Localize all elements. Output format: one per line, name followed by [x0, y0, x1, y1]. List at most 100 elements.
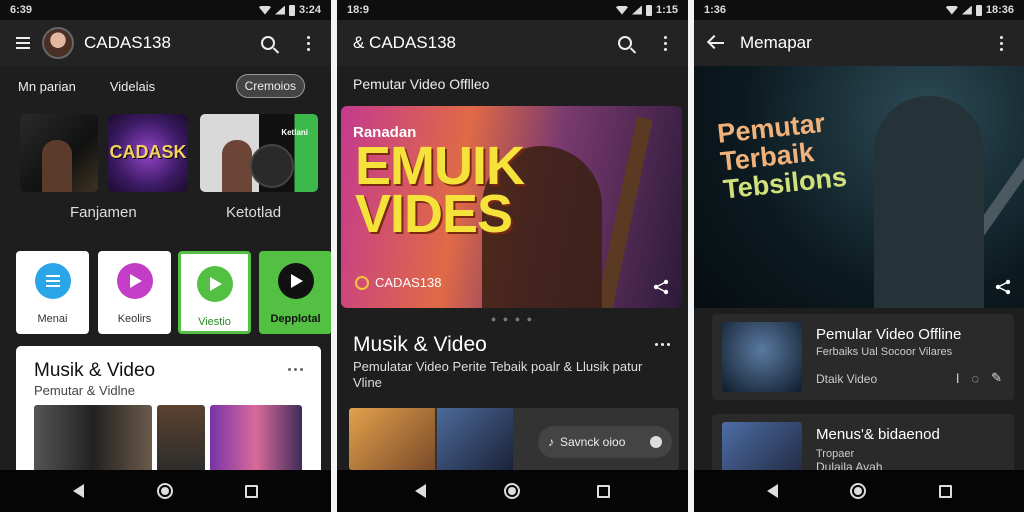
tile-menu[interactable]: Menai	[16, 251, 89, 334]
share-icon[interactable]	[994, 278, 1012, 296]
more-options-icon[interactable]	[295, 30, 321, 56]
hero-big-line-2: VIDES	[355, 184, 513, 244]
search-icon[interactable]	[612, 30, 638, 56]
tile-download[interactable]: Depplotal	[259, 251, 331, 334]
back-icon[interactable]	[766, 484, 778, 498]
signal-icon	[631, 5, 642, 15]
status-time: 1:36	[704, 4, 727, 16]
recents-icon[interactable]	[245, 484, 259, 498]
list-item[interactable]: Pemular Video Offline Ferbaiks Ual Socoo…	[712, 314, 1014, 400]
performer-silhouette	[874, 96, 984, 308]
status-bar: 6:39 3:24	[0, 0, 331, 20]
app-title: CADAS138	[84, 33, 171, 52]
app-title: Memapar	[740, 33, 812, 52]
status-time: 18:9	[347, 4, 370, 16]
edit-icon[interactable]: ✎	[991, 370, 1002, 386]
home-icon[interactable]	[850, 483, 866, 499]
system-nav-bar	[694, 470, 1024, 512]
tile-label: Keolirs	[117, 313, 152, 325]
status-clock: 3:24	[298, 4, 321, 16]
carousel-dots[interactable]: ● ● ● ●	[337, 314, 688, 324]
thumbnail-label-1: Fanjamen	[70, 204, 137, 221]
list-item-meta: Dtaik Video	[816, 372, 878, 386]
more-options-icon[interactable]	[988, 30, 1014, 56]
list-item-subtitle: Tropaer	[816, 448, 855, 460]
now-playing-pill[interactable]: ♪ Savnck oioo	[538, 426, 672, 458]
more-options-icon[interactable]	[652, 30, 678, 56]
video-thumbnail[interactable]	[34, 405, 152, 472]
search-icon[interactable]	[255, 30, 281, 56]
featured-thumbnails: CADASK Ketlani	[20, 114, 318, 194]
thumbnail-labels: Fanjamen Ketotlad	[0, 204, 331, 222]
list-item-thumbnail	[722, 322, 802, 392]
thumbnail-guitarist[interactable]	[20, 114, 98, 192]
list-icon	[34, 263, 71, 299]
action-tiles: Menai Keolirs Viestio Depplotal	[16, 251, 331, 335]
list-item-subtitle: Ferbaiks Ual Socoor Vilares	[816, 346, 953, 358]
home-icon[interactable]	[156, 483, 173, 499]
back-icon[interactable]	[72, 484, 84, 498]
thumbnail-label-2: Ketotlad	[226, 204, 282, 221]
thumbnail-singer[interactable]: Ketlani	[200, 114, 318, 192]
phone-screen-3: 1:36 18:36 Memapar Pemutar Terbaik Tebsi…	[694, 0, 1024, 512]
app-bar: CADAS138	[0, 20, 331, 66]
app-bar: & CADAS138	[337, 20, 688, 66]
video-thumbnail[interactable]	[349, 408, 435, 470]
disc-icon	[250, 144, 294, 188]
chip-2[interactable]: Videlais	[102, 75, 163, 98]
tile-video-selected[interactable]: Viestio	[178, 251, 251, 334]
tile-label: Menai	[37, 313, 68, 325]
logo-ring-icon	[355, 275, 369, 290]
back-icon[interactable]	[414, 484, 426, 498]
tile-label: Viestio	[198, 316, 231, 328]
menu-icon[interactable]	[10, 30, 36, 56]
status-bar: 18:9 1:15	[337, 0, 688, 20]
music-note-icon: ♪	[548, 435, 554, 449]
play-icon	[196, 266, 233, 302]
list-item-title: Pemular Video Offline	[816, 326, 962, 343]
recents-icon[interactable]	[938, 484, 952, 498]
app-title: & CADAS138	[353, 33, 456, 52]
music-video-card[interactable]: Musik & Video Pemutar & Vidlne	[16, 346, 321, 472]
section-description: Pemulatar Video Perite Tebaik poalr & Ll…	[353, 359, 643, 390]
section-more-icon[interactable]	[655, 343, 670, 346]
signal-icon	[274, 5, 285, 15]
home-icon[interactable]	[503, 483, 520, 499]
chip-3-active[interactable]: Cremoios	[235, 74, 305, 98]
status-time: 6:39	[10, 4, 33, 16]
wifi-icon	[258, 5, 271, 15]
info-icon[interactable]: ǀ	[956, 371, 959, 386]
hero-badge-text: CADAS138	[375, 275, 442, 290]
card-subtitle: Pemutar & Vidlne	[34, 383, 135, 398]
card-title: Musik & Video	[34, 360, 156, 381]
app-bar: Memapar	[694, 20, 1024, 66]
wifi-icon	[945, 5, 958, 15]
signal-icon	[961, 5, 972, 15]
phone-screen-1: 6:39 3:24 CADAS138 Mn parian Videlais Cr…	[0, 0, 331, 512]
tile-keolirs[interactable]: Keolirs	[98, 251, 171, 334]
system-nav-bar	[0, 470, 331, 512]
screenshot-collage: 6:39 3:24 CADAS138 Mn parian Videlais Cr…	[0, 0, 1024, 512]
card-more-icon[interactable]	[288, 368, 303, 371]
status-clock: 1:15	[655, 4, 678, 16]
phone-screen-2: 18:9 1:15 & CADAS138 Pemutar Video Offll…	[337, 0, 688, 512]
wifi-icon	[615, 5, 628, 15]
thumbnail-text: CADASK	[109, 142, 187, 162]
avatar[interactable]	[42, 27, 74, 59]
section-title: Musik & Video	[353, 333, 487, 356]
video-thumbnail[interactable]	[157, 405, 205, 472]
video-thumbnail[interactable]	[210, 405, 302, 472]
chip-1[interactable]: Mn parian	[10, 75, 84, 98]
play-icon	[277, 263, 314, 299]
video-thumbnail[interactable]	[437, 408, 513, 470]
battery-icon	[645, 4, 652, 16]
refresh-icon[interactable]: ◌	[971, 371, 979, 386]
hero-banner[interactable]: Ranadan EMUIK VIDES CADAS138	[341, 106, 682, 308]
thumbnail-cadask[interactable]: CADASK	[108, 114, 188, 192]
pill-text: Savnck oioo	[560, 435, 626, 449]
recents-icon[interactable]	[597, 484, 611, 498]
pill-action-icon[interactable]	[650, 436, 662, 448]
hero-banner[interactable]: Pemutar Terbaik Tebsilons	[694, 66, 1024, 308]
share-icon[interactable]	[652, 278, 670, 296]
back-arrow-icon[interactable]	[704, 30, 730, 56]
